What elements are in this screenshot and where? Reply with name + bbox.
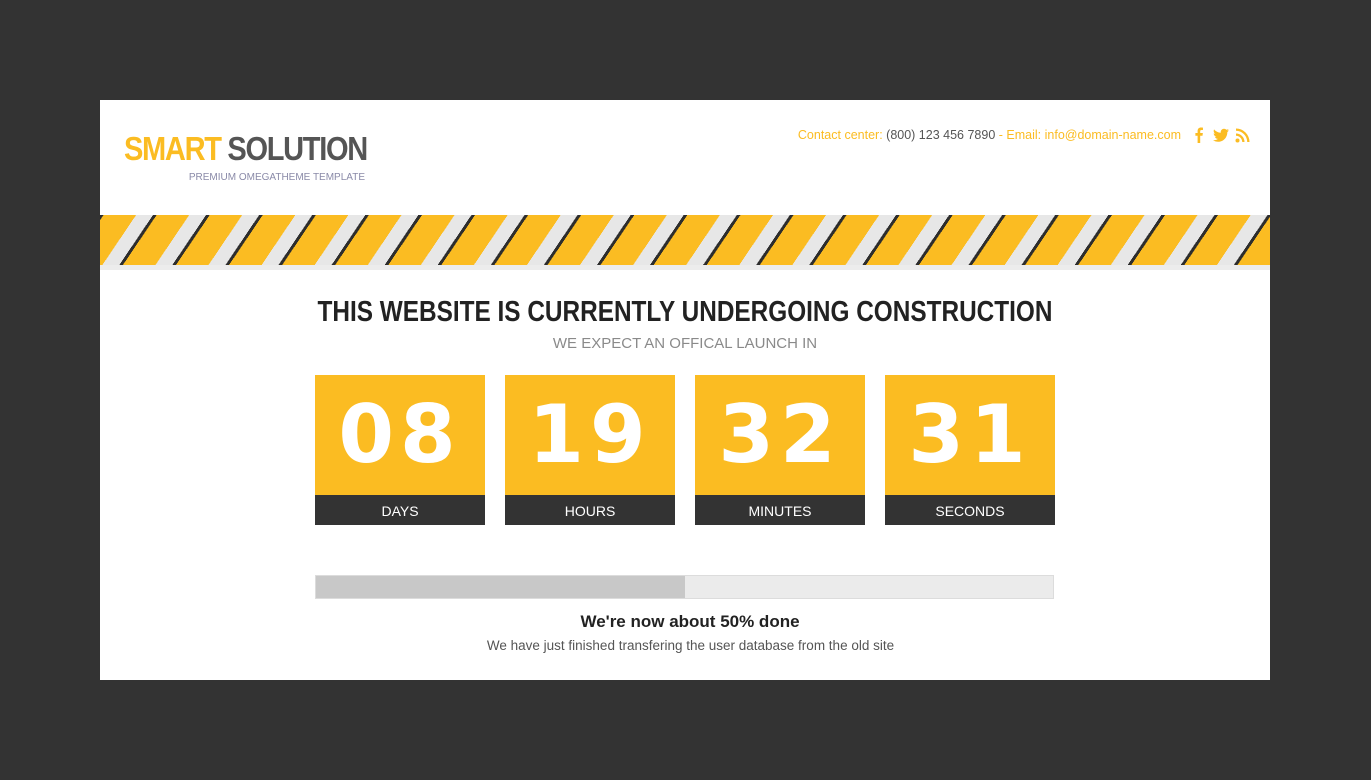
stripes-shadow <box>100 265 1270 270</box>
contact-info: Contact center: (800) 123 456 7890 - Ema… <box>798 128 1181 142</box>
countdown-days-label: DAYS <box>315 495 485 525</box>
countdown-hours-value: 19 <box>505 375 675 495</box>
contact-phone: (800) 123 456 7890 <box>886 128 996 142</box>
construction-stripes <box>100 215 1270 265</box>
rss-icon[interactable] <box>1235 127 1251 143</box>
twitter-icon[interactable] <box>1213 127 1229 143</box>
header: SMART SOLUTION PREMIUM OMEGATHEME TEMPLA… <box>100 100 1270 215</box>
progress-title: We're now about 50% done <box>580 612 800 631</box>
countdown-days-value: 08 <box>315 375 485 495</box>
email-label: Email: <box>1006 128 1042 142</box>
logo-text: SMART SOLUTION <box>124 130 368 168</box>
countdown-hours-label: HOURS <box>505 495 675 525</box>
contact-label: Contact center: <box>797 128 883 142</box>
countdown-days: 08 DAYS <box>315 375 485 525</box>
countdown-minutes: 32 MINUTES <box>695 375 865 525</box>
countdown: 08 DAYS 19 HOURS 32 MINUTES 31 SECONDS <box>315 375 1055 525</box>
progress-bar-fill <box>316 576 685 598</box>
logo-solution: SOLUTION <box>227 130 368 167</box>
progress-bar <box>315 575 1054 599</box>
facebook-icon[interactable] <box>1191 127 1207 143</box>
page-subtitle: WE EXPECT AN OFFICAL LAUNCH IN <box>552 335 818 352</box>
email-link[interactable]: info@domain-name.com <box>1045 128 1181 142</box>
countdown-seconds: 31 SECONDS <box>885 375 1055 525</box>
logo-smart: SMART <box>124 130 222 167</box>
countdown-seconds-label: SECONDS <box>885 495 1055 525</box>
countdown-hours: 19 HOURS <box>505 375 675 525</box>
contact-separator: - <box>998 128 1003 142</box>
countdown-seconds-value: 31 <box>885 375 1055 495</box>
logo-tagline: PREMIUM OMEGATHEME TEMPLATE <box>188 172 365 183</box>
progress-description: We have just finished transfering the us… <box>486 638 895 653</box>
logo[interactable]: SMART SOLUTION PREMIUM OMEGATHEME TEMPLA… <box>124 130 368 183</box>
countdown-minutes-label: MINUTES <box>695 495 865 525</box>
social-links <box>1191 127 1251 143</box>
page-title: THIS WEBSITE IS CURRENTLY UNDERGOING CON… <box>317 296 1053 328</box>
countdown-minutes-value: 32 <box>695 375 865 495</box>
page-card: SMART SOLUTION PREMIUM OMEGATHEME TEMPLA… <box>100 100 1270 680</box>
